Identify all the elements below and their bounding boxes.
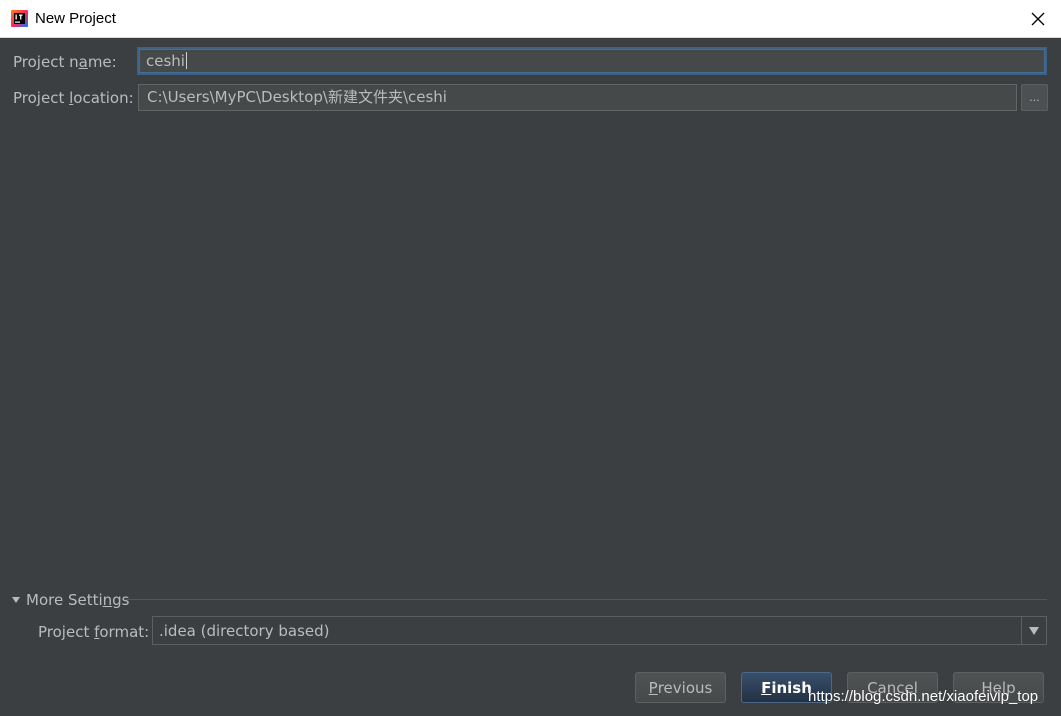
- ellipsis-icon: ...: [1029, 91, 1040, 104]
- intellij-idea-icon: [11, 10, 28, 27]
- project-name-label: Project name:: [13, 53, 117, 71]
- dialog-body: Project name: ceshi Project location: C:…: [0, 38, 1061, 716]
- expand-triangle-icon: [12, 597, 20, 603]
- browse-location-button[interactable]: ...: [1021, 84, 1048, 111]
- title-bar: New Project: [0, 0, 1061, 38]
- previous-button[interactable]: Previous: [635, 672, 726, 703]
- text-caret: [185, 52, 187, 69]
- more-settings-divider: [126, 599, 1047, 600]
- project-format-value: .idea (directory based): [159, 622, 330, 640]
- more-settings-toggle[interactable]: More Settings: [12, 590, 130, 610]
- project-location-label: Project location:: [13, 89, 134, 107]
- project-location-input[interactable]: C:\Users\MyPC\Desktop\新建文件夹\ceshi: [138, 84, 1017, 111]
- window-title: New Project: [35, 10, 116, 27]
- close-icon: [1031, 12, 1045, 26]
- close-button[interactable]: [1015, 0, 1061, 38]
- chevron-down-icon: [1029, 626, 1039, 635]
- project-format-select[interactable]: .idea (directory based): [152, 616, 1047, 645]
- dropdown-arrow-button[interactable]: [1021, 617, 1046, 644]
- more-settings-label: More Settings: [26, 591, 130, 609]
- project-format-label: Project format:: [38, 623, 150, 641]
- watermark-text: https://blog.csdn.net/xiaofeivip_top: [808, 688, 1039, 705]
- project-name-input[interactable]: ceshi: [137, 47, 1047, 75]
